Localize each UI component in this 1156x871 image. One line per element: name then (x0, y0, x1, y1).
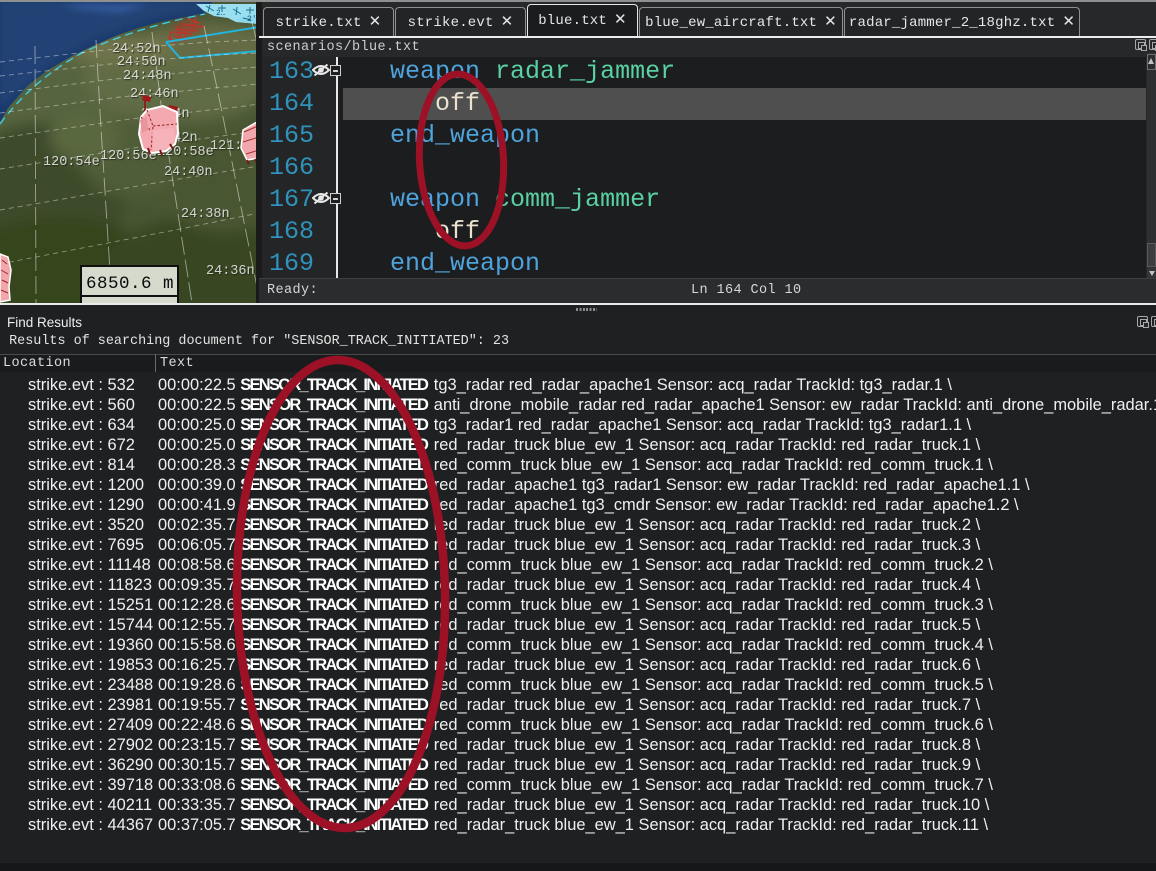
svg-text:24:50n: 24:50n (117, 55, 166, 70)
svg-text:24:48n: 24:48n (123, 69, 172, 84)
svg-text:120:54e: 120:54e (43, 155, 100, 170)
svg-text:6850.6 m: 6850.6 m (86, 274, 174, 294)
svg-text:24:36n: 24:36n (206, 264, 255, 279)
svg-text:24:46n: 24:46n (130, 87, 179, 102)
svg-text:2…: 2… (216, 9, 226, 18)
svg-text:24:40n: 24:40n (164, 165, 213, 180)
svg-text:24:38n: 24:38n (181, 207, 230, 222)
